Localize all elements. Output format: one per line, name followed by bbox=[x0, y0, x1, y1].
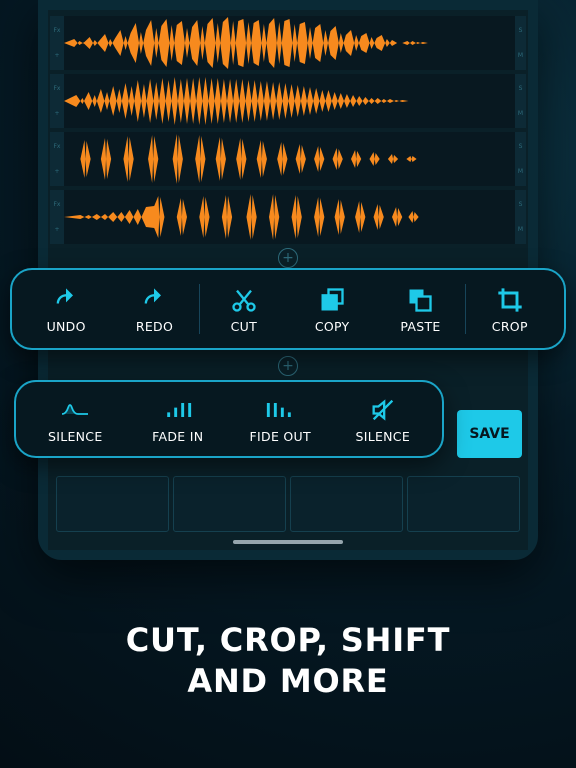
add-track-button[interactable]: + bbox=[278, 248, 298, 268]
panel-slot[interactable] bbox=[56, 476, 169, 532]
add-track-button[interactable]: + bbox=[278, 356, 298, 376]
track-add-label: + bbox=[50, 110, 64, 117]
silence-button[interactable]: SILENCE bbox=[24, 395, 127, 444]
panel-slot[interactable] bbox=[407, 476, 520, 532]
track-sidebar-left[interactable]: Fx + bbox=[50, 190, 64, 244]
panel-slot[interactable] bbox=[290, 476, 403, 532]
track-sidebar-right[interactable]: S M bbox=[515, 16, 526, 70]
fade-out-icon bbox=[265, 395, 295, 425]
crop-label: CROP bbox=[492, 319, 528, 334]
speaker-mute-icon bbox=[368, 395, 398, 425]
paste-icon bbox=[405, 285, 435, 315]
track-sidebar-left[interactable]: Fx + bbox=[50, 74, 64, 128]
track-solo-label: S bbox=[515, 27, 526, 34]
save-button[interactable]: SAVE bbox=[457, 410, 522, 458]
plus-icon: + bbox=[282, 359, 294, 373]
copy-icon bbox=[317, 285, 347, 315]
track-fx-label: Fx bbox=[50, 27, 64, 34]
track-add-label: + bbox=[50, 52, 64, 59]
tracks-area: Fx + S M Fx + bbox=[48, 10, 528, 268]
copy-label: COPY bbox=[315, 319, 350, 334]
add-track-mid: + bbox=[278, 356, 298, 376]
track-sidebar-right[interactable]: S M bbox=[515, 190, 526, 244]
track-fx-label: Fx bbox=[50, 143, 64, 150]
track-row: Fx + S M bbox=[50, 132, 526, 186]
fade-out-label: FIDE OUT bbox=[250, 429, 311, 444]
silence-label: SILENCE bbox=[48, 429, 103, 444]
redo-label: REDO bbox=[136, 319, 173, 334]
headline-line-2: AND MORE bbox=[0, 661, 576, 702]
track-row: Fx + S M bbox=[50, 74, 526, 128]
track-solo-label: S bbox=[515, 201, 526, 208]
headline-line-1: CUT, CROP, SHIFT bbox=[0, 620, 576, 661]
fade-in-button[interactable]: FADE IN bbox=[127, 395, 230, 444]
undo-icon bbox=[51, 285, 81, 315]
track-fx-label: Fx bbox=[50, 201, 64, 208]
cut-label: CUT bbox=[231, 319, 257, 334]
toolbar-sub: SILENCE FADE IN FIDE OUT SILENCE bbox=[14, 380, 444, 458]
mute-button[interactable]: SILENCE bbox=[332, 395, 435, 444]
paste-label: PASTE bbox=[400, 319, 440, 334]
copy-button[interactable]: COPY bbox=[288, 285, 376, 334]
track-row: Fx + S M bbox=[50, 190, 526, 244]
track-add-label: + bbox=[50, 226, 64, 233]
plus-icon: + bbox=[282, 251, 294, 265]
redo-button[interactable]: REDO bbox=[110, 285, 198, 334]
fade-out-button[interactable]: FIDE OUT bbox=[229, 395, 332, 444]
track-sidebar-left[interactable]: Fx + bbox=[50, 16, 64, 70]
track-mute-label: M bbox=[515, 168, 526, 175]
waveform[interactable] bbox=[64, 16, 515, 70]
toolbar-main: UNDO REDO CUT COPY PASTE CROP bbox=[10, 268, 566, 350]
waveform[interactable] bbox=[64, 132, 515, 186]
track-solo-label: S bbox=[515, 85, 526, 92]
panel-slot[interactable] bbox=[173, 476, 286, 532]
track-sidebar-right[interactable]: S M bbox=[515, 74, 526, 128]
track-sidebar-left[interactable]: Fx + bbox=[50, 132, 64, 186]
track-solo-label: S bbox=[515, 143, 526, 150]
track-row: Fx + S M bbox=[50, 16, 526, 70]
save-label: SAVE bbox=[469, 426, 509, 442]
headline: CUT, CROP, SHIFT AND MORE bbox=[0, 620, 576, 702]
bottom-panel bbox=[56, 476, 520, 532]
waveform[interactable] bbox=[64, 74, 515, 128]
track-mute-label: M bbox=[515, 226, 526, 233]
cut-button[interactable]: CUT bbox=[200, 285, 288, 334]
track-fx-label: Fx bbox=[50, 85, 64, 92]
fade-in-icon bbox=[163, 395, 193, 425]
add-track-row: + bbox=[50, 248, 526, 268]
paste-button[interactable]: PASTE bbox=[376, 285, 464, 334]
scissors-icon bbox=[229, 285, 259, 315]
mute-label: SILENCE bbox=[355, 429, 410, 444]
redo-icon bbox=[139, 285, 169, 315]
home-indicator bbox=[233, 540, 343, 544]
waveform[interactable] bbox=[64, 190, 515, 244]
crop-icon bbox=[495, 285, 525, 315]
silence-wave-icon bbox=[60, 395, 90, 425]
track-mute-label: M bbox=[515, 52, 526, 59]
track-sidebar-right[interactable]: S M bbox=[515, 132, 526, 186]
fade-in-label: FADE IN bbox=[152, 429, 203, 444]
track-add-label: + bbox=[50, 168, 64, 175]
undo-button[interactable]: UNDO bbox=[22, 285, 110, 334]
crop-button[interactable]: CROP bbox=[466, 285, 554, 334]
undo-label: UNDO bbox=[47, 319, 86, 334]
track-mute-label: M bbox=[515, 110, 526, 117]
